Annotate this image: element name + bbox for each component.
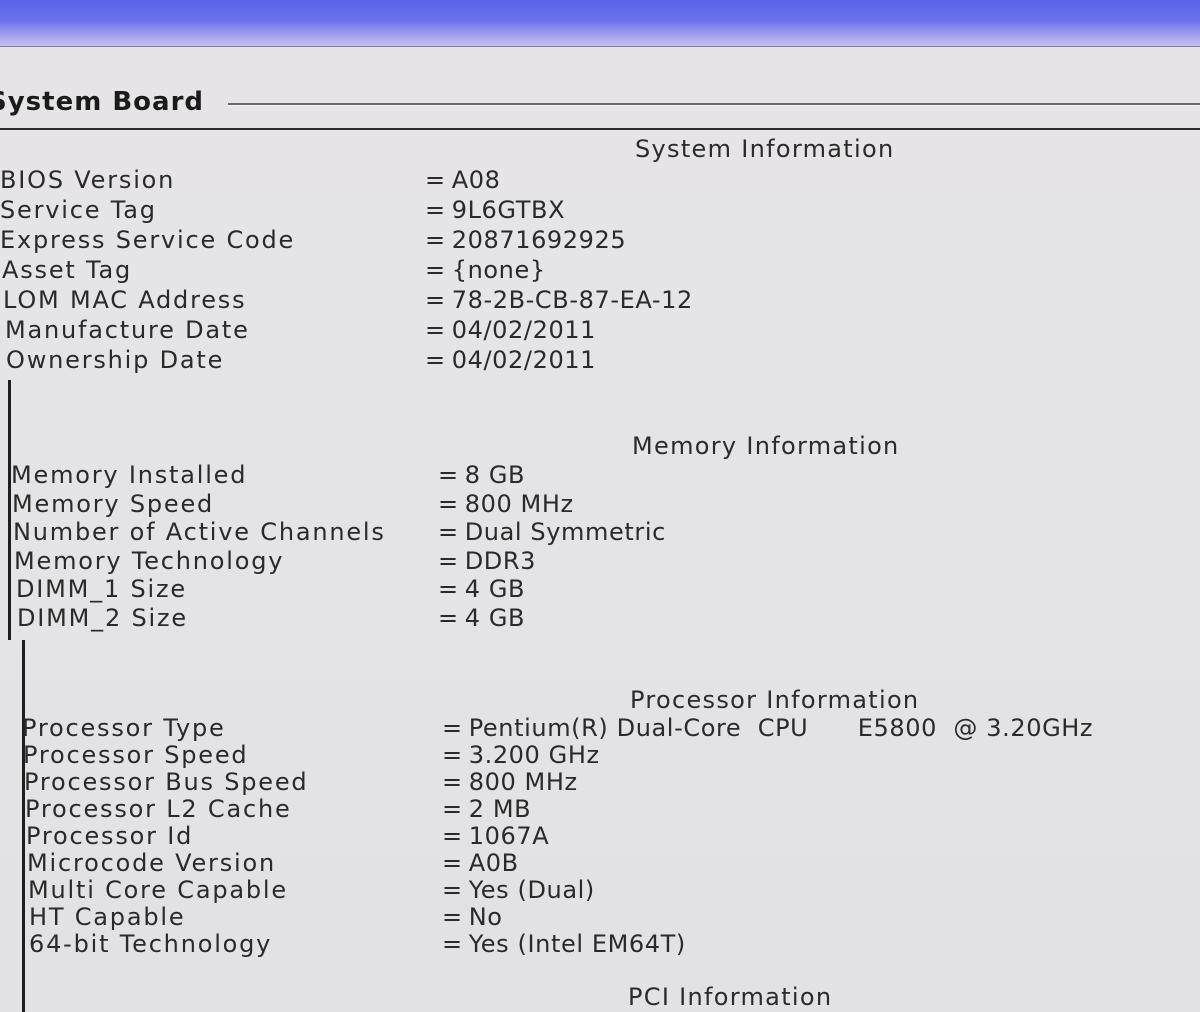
field-value: = 04/02/2011 <box>425 346 596 374</box>
field-label: LOM MAC Address <box>3 286 247 314</box>
frame-left-border <box>8 380 11 640</box>
equals-sign: = <box>442 903 463 931</box>
equals-sign: = <box>442 768 463 796</box>
field-value: = 800 MHz <box>438 490 574 518</box>
field-value: = DDR3 <box>438 547 536 575</box>
frame-left-border <box>22 640 25 1012</box>
field-label: Processor Id <box>26 822 194 850</box>
field-value: = 04/02/2011 <box>425 316 596 344</box>
group-frame-top <box>0 128 1200 130</box>
field-value-text: No <box>468 903 503 931</box>
field-value: = A08 <box>425 166 500 194</box>
equals-sign: = <box>438 518 459 546</box>
field-value-text: 2 MB <box>468 795 532 823</box>
field-label: Manufacture Date <box>5 316 250 344</box>
field-value-text: Pentium(R) Dual-Core CPU E5800 @ 3.20GHz <box>468 714 1094 742</box>
field-value: = A0B <box>442 849 519 877</box>
equals-sign: = <box>438 546 459 575</box>
field-value-text: 4 GB <box>464 575 526 603</box>
window-title-bar <box>0 0 1200 47</box>
field-value-text: 20871692925 <box>451 226 627 254</box>
field-value-text: 3.200 GHz <box>468 741 600 769</box>
field-label: DIMM_1 Size <box>16 575 187 603</box>
field-label: Microcode Version <box>27 849 276 877</box>
field-value: = 20871692925 <box>425 226 626 254</box>
field-value-text: 1067A <box>468 822 550 850</box>
equals-sign: = <box>425 286 446 314</box>
field-label: HT Capable <box>29 903 186 931</box>
field-label: Multi Core Capable <box>28 876 288 904</box>
section-title-memory: Memory Information <box>632 432 900 460</box>
field-value: = No <box>442 903 503 931</box>
field-value-text: 800 MHz <box>468 768 578 796</box>
field-label: Service Tag <box>0 196 157 224</box>
group-title: System Board <box>0 87 205 117</box>
field-value-text: DDR3 <box>464 546 537 575</box>
equals-sign: = <box>442 849 463 877</box>
field-label: Processor Speed <box>23 741 249 769</box>
field-value-text: Yes (Dual) <box>468 876 595 904</box>
field-label: Express Service Code <box>0 226 296 254</box>
equals-sign: = <box>438 489 459 518</box>
equals-sign: = <box>442 930 463 958</box>
field-label: Processor Type <box>22 714 226 742</box>
field-value-text: Yes (Intel EM64T) <box>468 930 686 958</box>
field-value-text: {none} <box>451 256 546 284</box>
field-value-text: 78-2B-CB-87-EA-12 <box>451 286 693 314</box>
field-label: Memory Speed <box>12 489 215 518</box>
equals-sign: = <box>425 226 446 254</box>
section-title-pci: PCI Information <box>628 983 833 1011</box>
field-value-text: A0B <box>468 849 519 877</box>
field-value: = 3.200 GHz <box>442 741 600 769</box>
section-title-system: System Information <box>635 135 895 163</box>
equals-sign: = <box>442 795 463 823</box>
field-label: DIMM_2 Size <box>17 603 188 632</box>
field-label: Asset Tag <box>2 256 133 284</box>
field-value-text: 04/02/2011 <box>451 346 597 374</box>
field-label: Memory Technology <box>14 546 285 575</box>
field-value: = 4 GB <box>438 575 525 603</box>
field-value: = 78-2B-CB-87-EA-12 <box>425 286 693 314</box>
field-label: BIOS Version <box>0 166 176 194</box>
field-value-text: A08 <box>451 166 501 194</box>
field-label: 64-bit Technology <box>29 930 273 958</box>
field-value: = Yes (Intel EM64T) <box>442 930 686 958</box>
field-value-text: 04/02/2011 <box>451 316 597 344</box>
field-value: = Dual Symmetric <box>438 518 666 546</box>
equals-sign: = <box>442 876 463 904</box>
field-value: = Pentium(R) Dual-Core CPU E5800 @ 3.20GH… <box>442 714 1093 742</box>
field-label: Memory Installed <box>11 461 248 489</box>
field-label: Processor L2 Cache <box>25 795 292 823</box>
equals-sign: = <box>425 256 446 284</box>
field-label: Number of Active Channels <box>13 518 386 546</box>
field-value-text: 800 MHz <box>464 489 574 518</box>
group-divider <box>228 103 1200 106</box>
field-value-text: 8 GB <box>464 461 526 489</box>
field-value-text: Dual Symmetric <box>464 518 666 546</box>
equals-sign: = <box>425 196 446 224</box>
field-label: Ownership Date <box>6 346 225 374</box>
field-value: = 8 GB <box>438 461 525 489</box>
field-value: = 2 MB <box>442 795 531 823</box>
field-label: Processor Bus Speed <box>24 768 309 796</box>
equals-sign: = <box>442 741 463 769</box>
field-value: = 800 MHz <box>442 768 578 796</box>
field-value-text: 4 GB <box>464 603 526 632</box>
equals-sign: = <box>425 166 446 194</box>
field-value: = 1067A <box>442 822 549 850</box>
field-value: = Yes (Dual) <box>442 876 595 904</box>
section-title-processor: Processor Information <box>630 686 920 714</box>
field-value: = {none} <box>425 256 546 284</box>
equals-sign: = <box>438 575 459 603</box>
equals-sign: = <box>425 346 446 374</box>
equals-sign: = <box>438 603 459 632</box>
field-value: = 4 GB <box>438 604 525 632</box>
equals-sign: = <box>442 714 463 742</box>
field-value: = 9L6GTBX <box>425 196 565 224</box>
field-value-text: 9L6GTBX <box>451 196 566 224</box>
equals-sign: = <box>442 822 463 850</box>
equals-sign: = <box>425 316 446 344</box>
equals-sign: = <box>438 461 459 489</box>
